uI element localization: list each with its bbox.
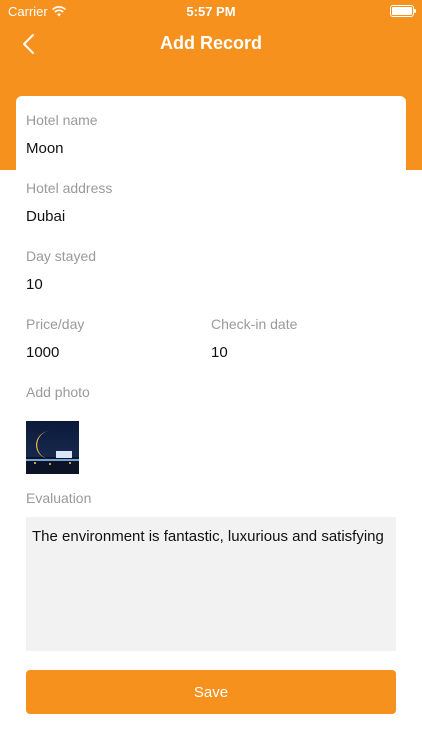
hotel-photo[interactable]: [26, 421, 79, 474]
battery-icon: [390, 5, 416, 17]
status-bar: Carrier 5:57 PM: [0, 0, 422, 22]
status-time: 5:57 PM: [186, 4, 236, 19]
add-photo-label: Add photo: [26, 384, 90, 400]
price-day-label: Price/day: [26, 316, 85, 332]
checkin-date-label: Check-in date: [211, 316, 298, 332]
checkin-date-field[interactable]: 10: [211, 344, 228, 361]
nav-bar: Add Record: [0, 22, 422, 66]
save-button[interactable]: Save: [26, 670, 396, 714]
hotel-address-field[interactable]: Dubai: [26, 208, 65, 225]
hotel-address-label: Hotel address: [26, 180, 113, 196]
crescent-hotel-image: [26, 421, 79, 474]
page-title: Add Record: [159, 33, 262, 53]
hotel-name-label: Hotel name: [26, 112, 98, 128]
record-form: Hotel name Moon Hotel address Dubai Day …: [16, 96, 406, 750]
evaluation-textarea[interactable]: The environment is fantastic, luxurious …: [26, 517, 396, 651]
day-stayed-label: Day stayed: [26, 248, 97, 264]
day-stayed-field[interactable]: 10: [26, 276, 43, 293]
hotel-name-field[interactable]: Moon: [26, 140, 64, 157]
price-day-field[interactable]: 1000: [26, 344, 59, 361]
evaluation-label: Evaluation: [26, 490, 92, 506]
